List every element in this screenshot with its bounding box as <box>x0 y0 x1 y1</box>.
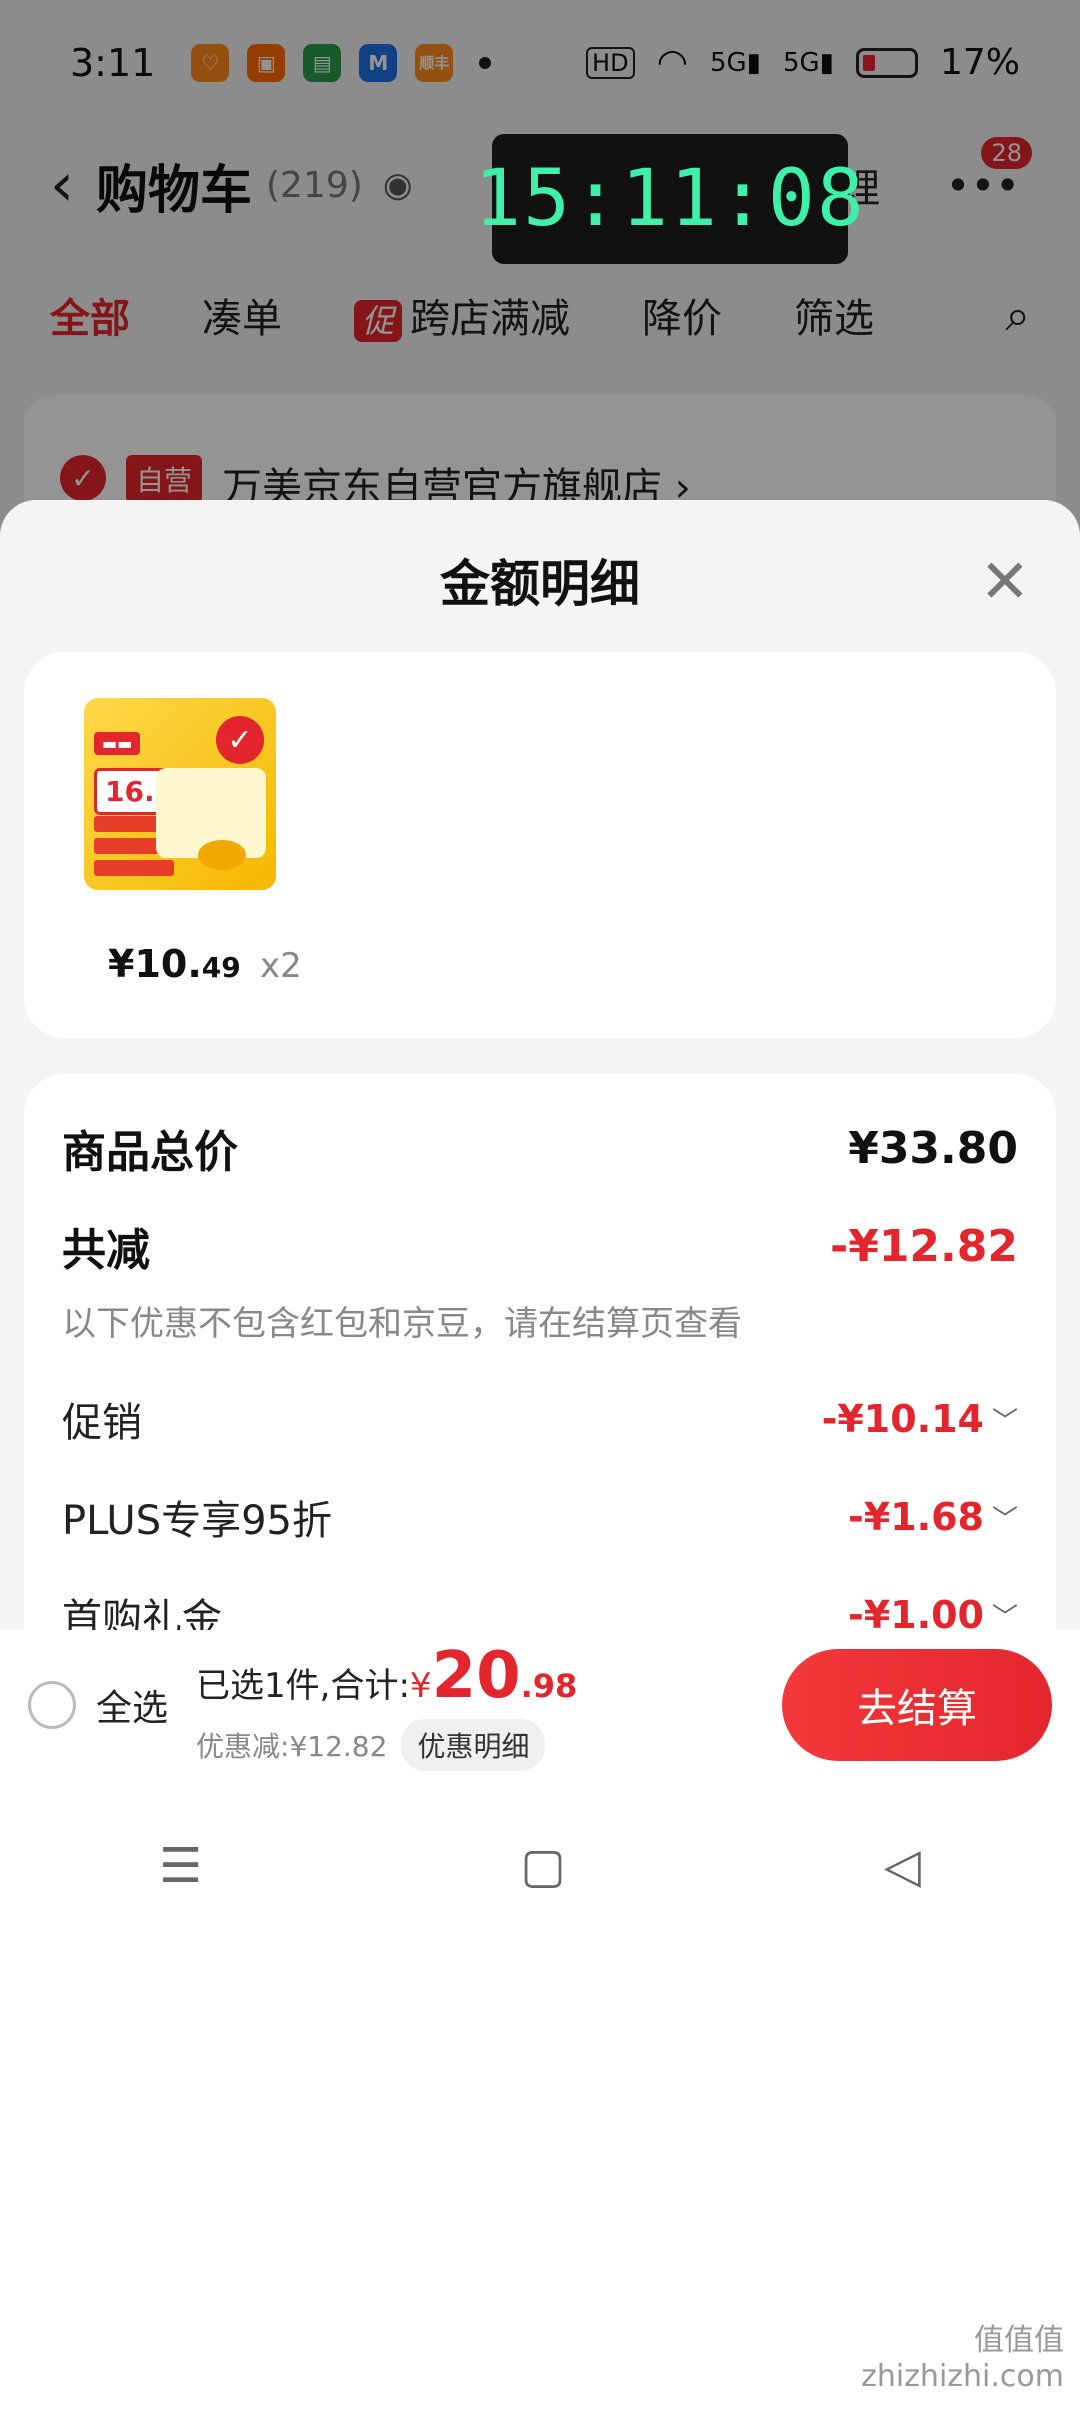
checkout-bar: 全选 已选1件,合计: ¥ 20 .98 优惠减:¥12.82 优惠明细 去结算 <box>0 1630 1080 1780</box>
total-currency: ¥ <box>409 1666 432 1706</box>
reduction-value: -¥12.82 <box>829 1220 1018 1272</box>
back-triangle-icon[interactable]: ◁ <box>884 1838 921 1894</box>
chevron-down-icon[interactable]: ﹀ <box>992 1401 1018 1438</box>
product-card: ▬▬ 16.9 ✓ ¥10.49 x2 <box>24 652 1056 1038</box>
reduction-note: 以下优惠不包含红包和京豆，请在结算页查看 <box>62 1304 742 1344</box>
saved-line: 优惠减:¥12.82 优惠明细 <box>196 1719 577 1771</box>
price-summary-card: 商品总价 ¥33.80 共减 -¥12.82 以下优惠不包含红包和京豆，请在结算… <box>24 1074 1056 1680</box>
reduction-label: 共减 <box>62 1225 150 1276</box>
sheet-title: 金额明细 <box>440 555 640 613</box>
watermark: 值值值 zhizhizhi.com <box>861 2323 1064 2394</box>
discount-detail-button[interactable]: 优惠明细 <box>401 1719 546 1771</box>
total-block: 已选1件,合计: ¥ 20 .98 优惠减:¥12.82 优惠明细 <box>196 1639 577 1771</box>
total-integer: 20 <box>431 1639 521 1713</box>
goods-total-label: 商品总价 <box>62 1127 238 1178</box>
discount-value: -¥10.14 ﹀ <box>822 1397 1018 1441</box>
sheet-header: 金额明细 ✕ <box>0 500 1080 660</box>
clock-overlay: 15:11:08 <box>474 134 864 264</box>
discount-row-promo[interactable]: 促销 -¥10.14 ﹀ <box>62 1390 1018 1448</box>
home-icon[interactable]: ▢ <box>520 1838 565 1894</box>
goods-total-row: 商品总价 ¥33.80 <box>62 1116 1018 1180</box>
discount-amount: -¥10.14 <box>821 1397 984 1441</box>
total-line: 已选1件,合计: ¥ 20 .98 <box>196 1639 577 1713</box>
discount-label: PLUS专享95折 <box>62 1498 332 1544</box>
total-cents: .98 <box>520 1667 578 1705</box>
checkout-button[interactable]: 去结算 <box>782 1649 1052 1761</box>
reduction-row: 共减 -¥12.82 <box>62 1214 1018 1278</box>
close-icon[interactable]: ✕ <box>980 552 1030 612</box>
menu-icon[interactable]: ☰ <box>159 1838 202 1894</box>
discount-value: -¥1.68 ﹀ <box>848 1495 1018 1539</box>
saved-amount: 优惠减:¥12.82 <box>196 1730 388 1763</box>
select-all-checkbox[interactable] <box>28 1681 76 1729</box>
unit-price-yuan: ¥10. <box>108 942 202 986</box>
thumb-capsule <box>198 840 246 870</box>
discount-amount: -¥1.68 <box>848 1495 984 1539</box>
select-all-label[interactable]: 全选 <box>96 1679 168 1731</box>
discount-row-plus[interactable]: PLUS专享95折 -¥1.68 ﹀ <box>62 1488 1018 1546</box>
selected-count-text: 已选1件,合计: <box>196 1666 410 1706</box>
unit-price: ¥10.49 <box>108 942 241 986</box>
chevron-down-icon[interactable]: ﹀ <box>992 1499 1018 1536</box>
goods-total-value: ¥33.80 <box>848 1122 1018 1174</box>
unit-price-cents: 49 <box>201 951 241 984</box>
thumb-banner: ▬▬ <box>94 732 141 755</box>
selected-check-icon: ✓ <box>216 716 264 764</box>
product-thumbnail[interactable]: ▬▬ 16.9 ✓ <box>84 698 276 890</box>
chevron-down-icon[interactable]: ﹀ <box>992 1597 1018 1634</box>
discount-label: 促销 <box>62 1400 142 1446</box>
quantity: x2 <box>260 946 302 986</box>
